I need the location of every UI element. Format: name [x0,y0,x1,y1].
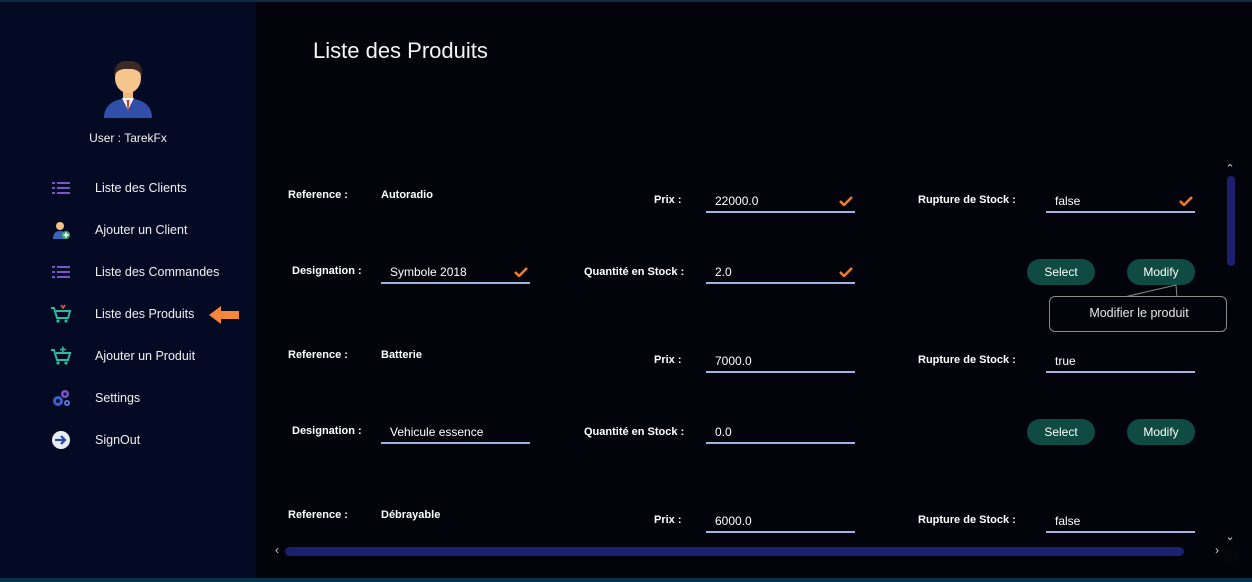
prix-field[interactable]: 6000.0 [706,509,855,533]
sidebar-item-label: Ajouter un Client [95,223,188,237]
user-avatar-icon [104,60,152,118]
check-icon [839,267,853,277]
sidebar-item-liste-clients[interactable]: Liste des Clients [0,170,256,206]
modify-button[interactable]: Modify [1127,259,1195,285]
tooltip: Modifier le produit [1049,296,1227,332]
scroll-up-icon[interactable]: ⌃ [1223,162,1237,175]
rupture-label: Rupture de Stock : [918,194,1016,206]
prix-value: 7000.0 [715,354,752,368]
designation-value: Vehicule essence [390,425,484,439]
cart-icon [51,304,72,323]
horizontal-scrollbar-thumb[interactable] [285,547,1184,556]
reference-label: Reference : [288,509,348,521]
tooltip-text: Modifier le produit [1089,306,1189,320]
sidebar-item-signout[interactable]: SignOut [0,422,256,458]
sidebar-item-ajouter-produit[interactable]: Ajouter un Produit [0,338,256,374]
quantite-value: 0.0 [715,425,732,439]
rupture-field[interactable]: false [1046,189,1195,213]
sidebar-item-liste-commandes[interactable]: Liste des Commandes [0,254,256,290]
prix-label: Prix : [654,354,682,366]
vertical-scrollbar-thumb[interactable] [1227,176,1235,266]
window-bottom-border [0,578,1252,582]
prix-label: Prix : [654,194,682,206]
signout-icon [52,431,70,449]
prix-label: Prix : [654,514,682,526]
rupture-value: false [1055,514,1081,528]
scroll-left-icon[interactable]: ‹ [271,543,283,557]
quantite-field[interactable]: 2.0 [706,260,855,284]
designation-field[interactable]: Vehicule essence [381,420,530,444]
scroll-right-icon[interactable]: › [1211,543,1223,557]
sidebar-item-ajouter-client[interactable]: Ajouter un Client [0,212,256,248]
check-icon [514,267,528,277]
modify-button[interactable]: Modify [1127,419,1195,445]
prix-value: 6000.0 [715,514,752,528]
sidebar-item-settings[interactable]: Settings [0,380,256,416]
rupture-field[interactable]: false [1046,509,1195,533]
sidebar-item-label: Liste des Commandes [95,265,220,279]
check-icon [1179,196,1193,206]
designation-field[interactable]: Symbole 2018 [381,260,530,284]
list-icon [52,182,70,194]
rupture-value: false [1055,194,1081,208]
cart-add-icon [51,346,72,365]
reference-label: Reference : [288,189,348,201]
rupture-value: true [1055,354,1076,368]
gears-icon [53,390,70,406]
select-button[interactable]: Select [1027,419,1095,445]
reference-value: Débrayable [381,509,441,521]
quantite-value: 2.0 [715,265,732,279]
check-icon [839,196,853,206]
reference-label: Reference : [288,349,348,361]
reference-value: Autoradio [381,189,433,201]
quantite-label: Quantité en Stock : [584,426,685,438]
add-user-icon [53,222,70,239]
scrollbar-corner [1224,548,1238,564]
rupture-label: Rupture de Stock : [918,514,1016,526]
main-panel [256,2,1252,578]
prix-field[interactable]: 7000.0 [706,349,855,373]
designation-label: Designation : [292,425,362,437]
prix-field[interactable]: 22000.0 [706,189,855,213]
sidebar-item-label: Settings [95,391,141,405]
active-indicator-arrow-icon [209,306,239,324]
list-icon [52,266,70,278]
user-label: User : TarekFx [89,131,167,145]
prix-value: 22000.0 [715,194,759,208]
quantite-label: Quantité en Stock : [584,266,685,278]
sidebar-item-label: Liste des Produits [95,307,195,321]
reference-value: Batterie [381,349,422,361]
page-title: Liste des Produits [313,38,488,63]
rupture-label: Rupture de Stock : [918,354,1016,366]
designation-value: Symbole 2018 [390,265,467,279]
quantite-field[interactable]: 0.0 [706,420,855,444]
designation-label: Designation : [292,265,362,277]
sidebar-item-label: SignOut [95,433,141,447]
rupture-field[interactable]: true [1046,349,1195,373]
scroll-down-icon[interactable]: ⌄ [1223,530,1237,543]
sidebar-item-label: Liste des Clients [95,181,187,195]
select-button[interactable]: Select [1027,259,1095,285]
sidebar-item-label: Ajouter un Produit [95,349,196,363]
